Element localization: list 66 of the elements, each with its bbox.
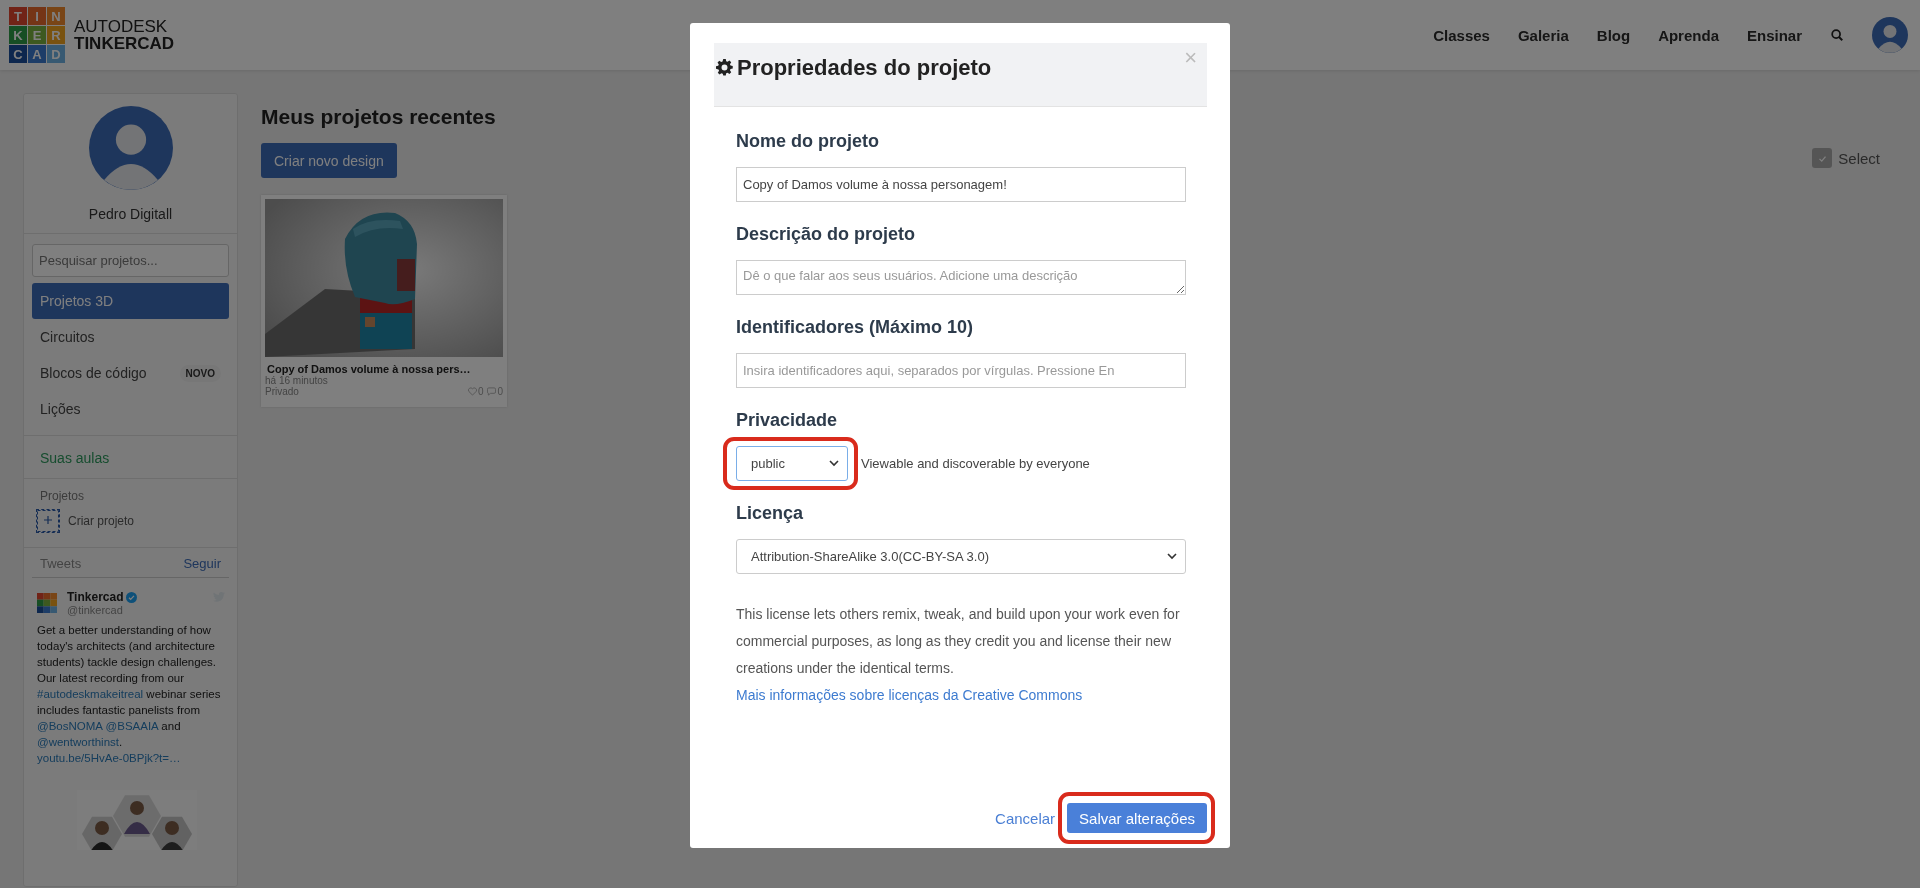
save-button[interactable]: Salvar alterações xyxy=(1067,803,1207,833)
checkbox[interactable] xyxy=(1812,148,1833,168)
logo-icon xyxy=(37,593,57,613)
license-link[interactable]: Mais informações sobre licenças da Creative Commons xyxy=(736,687,1083,703)
url-link[interactable]: youtu.be/5HvAe-0BPjk?t=… xyxy=(37,752,181,764)
brand-name: AUTODESK xyxy=(74,18,169,35)
dropdown[interactable]: public xyxy=(736,446,848,481)
brand-name: TINKERCAD xyxy=(74,35,175,52)
field-label: Nome do projeto xyxy=(736,131,880,152)
nav-link[interactable]: Blog xyxy=(1596,26,1631,44)
dialog-title: Propriedades do projeto xyxy=(737,55,992,81)
field-label: Identificadores (Máximo 10) xyxy=(736,317,975,338)
page-title: Meus projetos recentes xyxy=(261,105,497,129)
logo-tile: N xyxy=(47,7,65,25)
new-badge: NOVO xyxy=(179,364,221,382)
logo-tile: K xyxy=(9,26,27,44)
create-project-link[interactable]: Criar projeto xyxy=(32,503,229,539)
section-heading: Projetos xyxy=(39,489,86,503)
logo-tile: T xyxy=(9,7,27,25)
logo-tile: E xyxy=(28,26,46,44)
sidebar-item[interactable]: Blocos de código NOVO xyxy=(32,355,229,391)
tweet-author: Tinkercad xyxy=(67,590,124,604)
field-note: Viewable and discoverable by everyone xyxy=(861,456,1090,471)
field-label: Descrição do projeto xyxy=(736,224,917,245)
cancel-link[interactable]: Cancelar xyxy=(995,809,1056,827)
dropdown[interactable]: Attribution-ShareAlike 3.0(CC-BY-SA 3.0) xyxy=(736,539,1186,574)
license-text: This license lets others remix, tweak, and build upon your work even for commercial purposes, as long as they credit you and license their new creations under the identical terms. Mais informações sobre licenças da Creative Commons xyxy=(736,605,1181,705)
follow-link[interactable]: Seguir xyxy=(183,556,221,571)
input-field[interactable]: Insira identificadores aqui, separados por vírgulas. Pressione En xyxy=(736,353,1186,388)
input-field[interactable]: Copy of Damos volume à nossa personagem! xyxy=(736,167,1186,202)
text-area[interactable]: Dê o que falar aos seus usuários. Adicione uma descrição xyxy=(736,260,1186,295)
comment-icon xyxy=(487,387,497,396)
nav-link[interactable]: Classes xyxy=(1433,26,1490,44)
tweet-text: Get a better understanding of how today's architects (and architecture students) tackle design challenges. Our latest recording from our #autodeskmakeitreal webinar series includes fantastic panelists from @BosNOMA @BSAAIA and @wentworthinst. youtu.be/5HvAe-0BPjk?t=… xyxy=(37,623,222,766)
avatar-icon[interactable] xyxy=(1872,17,1908,53)
logo-tile: R xyxy=(47,26,65,44)
project-title: Copy of Damos volume à nossa pers… xyxy=(266,363,472,375)
create-design-button[interactable]: Criar novo design xyxy=(261,143,397,178)
hashtag-link[interactable]: #autodeskmakeitreal xyxy=(37,688,144,700)
your-classes-link[interactable]: Suas aulas xyxy=(32,446,229,470)
logo-tile: C xyxy=(9,45,27,63)
mention-link[interactable]: @wentworthinst xyxy=(37,736,119,748)
search-field[interactable]: Pesquisar projetos... xyxy=(32,244,229,277)
mention-link[interactable]: @BosNOMA xyxy=(37,720,106,732)
chevron-icon xyxy=(1167,553,1177,560)
sidebar-item[interactable]: Circuitos xyxy=(32,319,229,355)
avatar-icon xyxy=(88,106,173,190)
nav-link[interactable]: Aprenda xyxy=(1658,26,1719,44)
logo-tile: D xyxy=(47,45,65,63)
field-label: Licença xyxy=(736,503,805,524)
settings-icon xyxy=(716,59,733,76)
mention-link[interactable]: @BSAAIA xyxy=(105,720,159,732)
project-privacy: Privado xyxy=(265,386,300,397)
plus-icon xyxy=(36,509,60,533)
field-label: Privacidade xyxy=(736,410,839,431)
sidebar-item[interactable]: Lições xyxy=(32,391,229,427)
search-icon[interactable] xyxy=(1830,28,1844,42)
logo-tile: I xyxy=(28,7,46,25)
heart-icon xyxy=(467,387,477,396)
select-toggle[interactable]: Select xyxy=(1812,148,1880,168)
logo-tile: A xyxy=(28,45,46,63)
sidebar-item[interactable]: Projetos 3D xyxy=(32,283,229,319)
chevron-icon xyxy=(829,460,839,467)
user-name: Pedro Digitall xyxy=(88,206,173,222)
nav-link[interactable]: Galeria xyxy=(1517,26,1569,44)
nav-link[interactable]: Ensinar xyxy=(1746,26,1802,44)
